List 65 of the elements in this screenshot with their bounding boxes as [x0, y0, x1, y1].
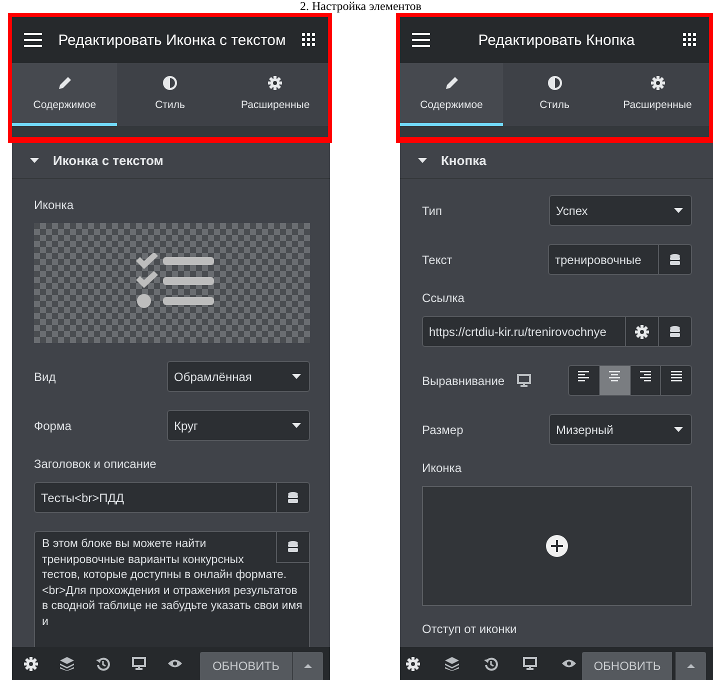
- database-icon: [288, 541, 298, 553]
- dropdown[interactable]: Обрамлённая: [167, 361, 310, 392]
- update-menu-button[interactable]: [675, 652, 706, 680]
- section-header[interactable]: Кнопка: [400, 143, 713, 179]
- align-center-icon: [609, 371, 620, 382]
- pencil-icon: [444, 76, 458, 90]
- field-label: Иконка: [34, 197, 74, 214]
- align-justify-icon: [670, 371, 682, 382]
- update-menu-button[interactable]: [292, 652, 323, 680]
- monitor-icon[interactable]: [132, 657, 146, 670]
- tab[interactable]: Содержимое: [400, 63, 503, 126]
- field-label: Выравнивание: [422, 374, 505, 388]
- document-heading: 2. Настройка элементов: [300, 0, 422, 13]
- layers-icon[interactable]: [60, 656, 74, 670]
- dropdown[interactable]: Круг: [167, 410, 310, 441]
- caret-icon: [674, 208, 683, 213]
- menu-icon[interactable]: [412, 33, 430, 47]
- contrast-icon: [548, 76, 562, 90]
- dynamic-button[interactable]: [276, 532, 309, 563]
- caret-icon: [304, 664, 312, 668]
- grid-icon[interactable]: [302, 33, 316, 47]
- icon-preview[interactable]: [34, 223, 310, 343]
- tab[interactable]: Содержимое: [12, 63, 118, 126]
- eye-icon[interactable]: [168, 659, 182, 668]
- menu-icon[interactable]: [24, 33, 42, 47]
- field-label: Заголовок и описание: [34, 456, 158, 473]
- section-header[interactable]: Иконка с текстом: [12, 143, 330, 179]
- align-left-icon: [578, 371, 590, 382]
- gear-icon[interactable]: [406, 656, 420, 670]
- eye-icon[interactable]: [562, 659, 576, 668]
- field-label: Тип: [422, 204, 442, 218]
- dropdown[interactable]: Мизерный: [549, 414, 692, 445]
- caret-icon: [418, 158, 427, 163]
- monitor-icon[interactable]: [516, 374, 531, 387]
- gear-icon: [268, 76, 282, 90]
- layers-icon[interactable]: [445, 656, 459, 670]
- grid-icon[interactable]: [683, 33, 697, 47]
- field-label: Форма: [34, 418, 72, 432]
- gear-icon[interactable]: [24, 656, 38, 670]
- update-button[interactable]: ОБНОВИТЬ: [200, 652, 292, 680]
- field-label: Размер: [422, 422, 464, 436]
- gear-icon: [650, 76, 664, 90]
- caret-icon: [687, 664, 696, 668]
- field-label: Ссылка: [422, 290, 466, 307]
- contrast-icon: [162, 76, 177, 90]
- checklist-icon: [134, 253, 216, 309]
- panel-title: Редактировать Кнопка: [477, 32, 636, 48]
- dropdown[interactable]: Успех: [549, 195, 692, 226]
- update-button[interactable]: ОБНОВИТЬ: [582, 652, 672, 680]
- caret-icon: [30, 158, 39, 163]
- caret-icon: [292, 423, 301, 428]
- field-label: Иконка: [422, 460, 462, 477]
- align-button[interactable]: [598, 366, 630, 395]
- align-right-icon: [640, 371, 651, 382]
- field-label: Текст: [422, 252, 452, 266]
- field-label: Отступ от иконки: [422, 621, 518, 638]
- add-icon[interactable]: [546, 535, 568, 557]
- history-icon[interactable]: [96, 656, 110, 670]
- panel-title: Редактировать Иконка с текстом: [57, 32, 287, 48]
- monitor-icon[interactable]: [523, 657, 537, 670]
- pencil-icon: [58, 76, 72, 90]
- history-icon[interactable]: [484, 656, 498, 670]
- caret-icon: [674, 427, 683, 432]
- field-label: Вид: [34, 370, 56, 384]
- caret-icon: [292, 374, 301, 379]
